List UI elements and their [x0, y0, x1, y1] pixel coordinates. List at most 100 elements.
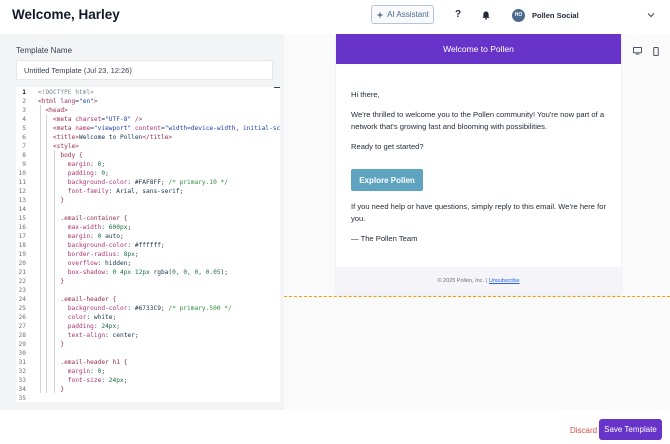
line-number: 2 — [22, 98, 26, 105]
unsubscribe-link[interactable]: Unsubscribe — [489, 278, 520, 284]
line-number: 3 — [22, 107, 26, 114]
code-line: 33 font-size: 24px; — [16, 376, 280, 385]
code-line: 25 background-color: #6733C9; /* primary… — [16, 304, 280, 313]
code-line: 26 color: white; — [16, 313, 280, 322]
code-text: overflow: hidden; — [38, 260, 132, 267]
mobile-icon — [653, 46, 659, 56]
line-number: 31 — [18, 359, 26, 366]
line-number: 19 — [18, 251, 26, 258]
code-line: 15 .email-container { — [16, 214, 280, 223]
mobile-preview-button[interactable] — [651, 46, 661, 56]
code-text: color: white; — [38, 314, 117, 321]
line-number: 21 — [18, 269, 26, 276]
code-text: box-shadow: 0 4px 12px rgba(0, 0, 0, 0.0… — [38, 269, 229, 276]
code-line: 24 .email-header { — [16, 295, 280, 304]
line-number: 6 — [22, 134, 26, 141]
line-number: 26 — [18, 314, 26, 321]
code-text: } — [38, 386, 65, 393]
code-editor[interactable]: 1 <!DOCTYPE html> 2 <html lang="en"> 3 <head… — [16, 87, 280, 402]
code-text: <head> — [38, 107, 68, 114]
discard-button[interactable]: Discard — [570, 426, 597, 435]
code-line: 21 box-shadow: 0 4px 12px rgba(0, 0, 0, … — [16, 268, 280, 277]
code-text: body { — [38, 152, 83, 159]
code-text: <meta charset="UTF-8" /> — [38, 116, 143, 123]
code-line: 10 padding: 0; — [16, 169, 280, 178]
email-intro: We're thrilled to welcome you to the Pol… — [351, 110, 605, 131]
line-number: 15 — [18, 215, 26, 222]
notifications-button[interactable] — [479, 8, 493, 22]
line-number: 17 — [18, 233, 26, 240]
line-number: 29 — [18, 341, 26, 348]
code-text: font-family: Arial, sans-serif; — [38, 188, 184, 195]
avatar: HO — [512, 8, 525, 22]
line-number: 24 — [18, 296, 26, 303]
code-line: 13 } — [16, 196, 280, 205]
code-text: .email-header h1 { — [38, 359, 128, 366]
help-icon: ? — [454, 8, 462, 20]
line-number: 22 — [18, 278, 26, 285]
desktop-icon — [632, 47, 642, 55]
code-line: 8 body { — [16, 151, 280, 160]
code-line: 34 } — [16, 385, 280, 394]
code-line: 31 .email-header h1 { — [16, 358, 280, 367]
code-text: .email-header { — [38, 296, 117, 303]
line-number: 14 — [18, 206, 26, 213]
email-help-text: If you need help or have questions, simp… — [351, 202, 606, 223]
top-bar: Welcome, Harley AI Assistant ? HO Pollen… — [0, 0, 670, 30]
email-header: Welcome to Pollen — [336, 34, 621, 64]
code-line: 5 <meta name="viewport" content="width=d… — [16, 124, 280, 133]
indent-guide — [54, 150, 55, 393]
save-template-button[interactable]: Save Template — [599, 419, 662, 440]
line-number: 32 — [18, 368, 26, 375]
desktop-preview-button[interactable] — [632, 46, 642, 56]
scrollbar-marker[interactable] — [274, 87, 280, 88]
explore-pollen-button[interactable]: Explore Pollen — [351, 169, 423, 191]
code-line: 29 } — [16, 340, 280, 349]
line-number: 8 — [22, 152, 26, 159]
chevron-down-icon — [647, 13, 655, 18]
code-text: <!DOCTYPE html> — [38, 89, 94, 96]
code-text: padding: 24px; — [38, 323, 120, 330]
code-text: } — [38, 197, 65, 204]
code-text: <html lang="en"> — [38, 98, 98, 105]
code-line: 14 — [16, 205, 280, 214]
code-line: 23 — [16, 286, 280, 295]
page-title: Welcome, Harley — [12, 7, 120, 22]
footer-copyright: © 2025 Pollen, Inc. | — [437, 277, 487, 284]
line-number: 9 — [22, 161, 26, 168]
line-number: 28 — [18, 332, 26, 339]
ai-assistant-button[interactable]: AI Assistant — [371, 5, 434, 24]
code-line: 12 font-family: Arial, sans-serif; — [16, 187, 280, 196]
sparkle-icon — [376, 10, 384, 19]
code-line: 7 <style> — [16, 142, 280, 151]
line-number: 12 — [18, 188, 26, 195]
email-preview: Welcome to Pollen Hi there, We're thrill… — [336, 34, 621, 294]
line-number: 35 — [18, 395, 26, 402]
line-number: 20 — [18, 260, 26, 267]
code-text: } — [38, 341, 65, 348]
line-number: 23 — [18, 287, 26, 294]
code-line: 18 background-color: #ffffff; — [16, 241, 280, 250]
template-name-input[interactable]: Untitled Template (Jul 23, 12:26) — [16, 60, 273, 80]
code-line: 6 <title>Welcome to Pollen</title> — [16, 133, 280, 142]
code-text: background-color: #ffffff; — [38, 242, 165, 249]
code-line: 9 margin: 0; — [16, 160, 280, 169]
code-line: 2 <html lang="en"> — [16, 97, 280, 106]
help-button[interactable]: ? — [451, 7, 465, 21]
code-text: margin: 0; — [38, 161, 106, 168]
line-number: 27 — [18, 323, 26, 330]
line-number: 25 — [18, 305, 26, 312]
line-number: 1 — [22, 89, 26, 96]
indent-guide — [46, 114, 47, 393]
line-number: 30 — [18, 350, 26, 357]
code-text: font-size: 24px; — [38, 377, 128, 384]
code-line: 3 <head> — [16, 106, 280, 115]
code-line: 4 <meta charset="UTF-8" /> — [16, 115, 280, 124]
line-number: 5 — [22, 125, 26, 132]
account-switcher[interactable]: HO Pollen Social — [508, 4, 662, 26]
line-number: 33 — [18, 377, 26, 384]
code-text: padding: 0; — [38, 170, 109, 177]
code-text: background-color: #6733C9; /* primary.50… — [38, 305, 232, 312]
email-footer: © 2025 Pollen, Inc. | Unsubscribe — [336, 267, 621, 294]
code-line: 30 — [16, 349, 280, 358]
